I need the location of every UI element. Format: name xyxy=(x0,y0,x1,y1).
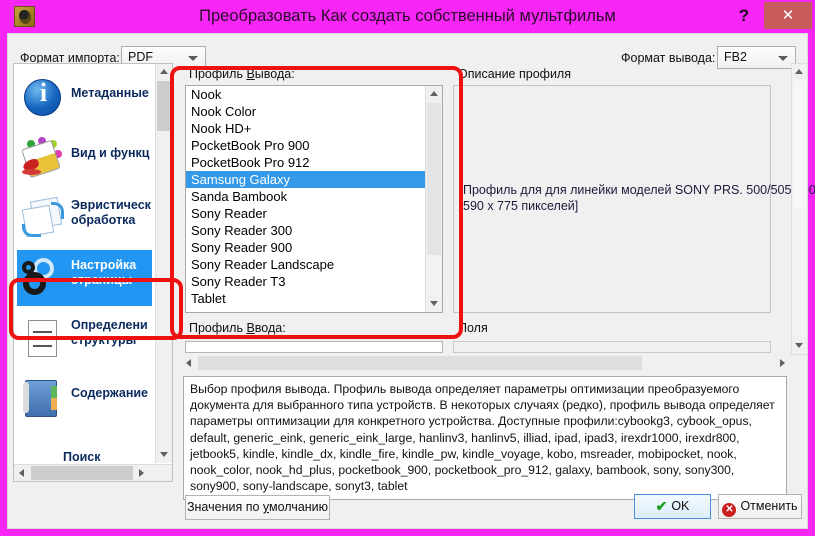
profile-list-item[interactable]: Nook Color xyxy=(186,103,426,120)
sidebar-item-label: Настройка страницы xyxy=(71,258,137,287)
sidebar-item-structure-detection[interactable]: Определени структуры xyxy=(17,310,152,366)
title-bar: Преобразовать Как создать собственный му… xyxy=(0,0,815,33)
sidebar-item-label: Поиск xyxy=(63,450,101,463)
fields-box[interactable] xyxy=(453,341,771,353)
document-lines-icon xyxy=(21,316,65,360)
output-profile-listbox[interactable]: Nook Nook Color Nook HD+ PocketBook Pro 900… xyxy=(185,85,443,313)
profile-description-box: Профиль для для линейки моделей SONY PRS… xyxy=(453,85,815,313)
dialog-body: Формат импорта: PDF Формат вывода: FB2 М… xyxy=(7,33,815,529)
profile-list-item[interactable]: Sony Reader xyxy=(186,205,426,222)
scroll-up-button[interactable] xyxy=(426,86,442,102)
scroll-thumb[interactable] xyxy=(198,356,642,370)
profile-list-items[interactable]: Nook Nook Color Nook HD+ PocketBook Pro 900… xyxy=(186,86,426,307)
sidebar-horizontal-scrollbar[interactable] xyxy=(14,464,172,481)
sidebar-item-label: Вид и функц xyxy=(71,146,150,160)
main-horizontal-scrollbar[interactable] xyxy=(181,355,791,371)
scroll-thumb[interactable] xyxy=(157,81,171,131)
profile-list-item[interactable]: Sony Reader T3 xyxy=(186,273,426,290)
scroll-thumb[interactable] xyxy=(793,81,806,209)
profile-list-item[interactable]: Sony Reader Landscape xyxy=(186,256,426,273)
ok-button[interactable]: ✔ OK xyxy=(634,494,711,519)
cancel-button[interactable]: ✕ Отменить xyxy=(718,494,802,519)
scroll-right-button[interactable] xyxy=(134,465,150,481)
help-button[interactable]: ? xyxy=(731,2,757,30)
sidebar-item-label: Определени структуры xyxy=(71,318,148,347)
sidebar-item-label: Содержание xyxy=(71,386,149,400)
restore-defaults-button[interactable]: Значения по умолчанию xyxy=(185,495,330,520)
profile-list-item[interactable]: Nook HD+ xyxy=(186,120,426,137)
sidebar-vertical-scrollbar[interactable] xyxy=(155,64,172,463)
paint-bucket-icon xyxy=(21,136,65,180)
dialog-vertical-scrollbar[interactable] xyxy=(791,63,808,355)
profile-list-item[interactable]: Sony Reader 900 xyxy=(186,239,426,256)
main-panel: Профиль Вывода: Nook Nook Color Nook HD+ Po… xyxy=(181,63,815,500)
scroll-up-button[interactable] xyxy=(792,64,807,80)
profile-description-label: Описание профиля xyxy=(458,67,571,81)
scroll-left-button[interactable] xyxy=(181,355,197,371)
scroll-thumb[interactable] xyxy=(427,103,441,255)
sidebar-item-metadata[interactable]: Метаданные xyxy=(17,70,152,126)
scroll-down-button[interactable] xyxy=(426,296,442,312)
check-icon: ✔ xyxy=(655,498,668,514)
fields-label: Поля xyxy=(458,321,488,335)
output-format-value: FB2 xyxy=(724,50,747,64)
sidebar-item-heuristic[interactable]: Эвристическ обработка xyxy=(17,190,152,246)
profile-list-item[interactable]: Sony Reader 300 xyxy=(186,222,426,239)
cancel-circle-icon: ✕ xyxy=(722,503,737,517)
profile-description-text: Профиль для для линейки моделей SONY PRS… xyxy=(463,183,815,213)
scroll-thumb[interactable] xyxy=(31,466,133,480)
close-button[interactable]: ✕ xyxy=(764,2,812,29)
sidebar-item-label: Эвристическ обработка xyxy=(71,198,151,227)
scroll-left-button[interactable] xyxy=(14,465,30,481)
sidebar-item-label: Метаданные xyxy=(71,86,149,100)
info-icon xyxy=(21,76,65,120)
profile-list-item[interactable]: Nook xyxy=(186,86,426,103)
scroll-right-button[interactable] xyxy=(775,355,791,371)
profile-list-item[interactable]: Samsung Galaxy xyxy=(186,171,426,188)
sidebar: Метаданные xyxy=(13,63,173,482)
window-title: Преобразовать Как создать собственный му… xyxy=(199,7,616,25)
sidebar-item-search[interactable]: Поиск xyxy=(17,430,152,463)
scroll-down-button[interactable] xyxy=(156,447,172,463)
search-icon xyxy=(21,436,65,463)
chevron-down-icon xyxy=(188,56,198,61)
scroll-up-button[interactable] xyxy=(156,64,172,80)
profile-list-item[interactable]: Sanda Bambook xyxy=(186,188,426,205)
sidebar-item-table-of-contents[interactable]: Содержание xyxy=(17,370,152,426)
sidebar-list[interactable]: Метаданные xyxy=(14,64,155,463)
profile-list-item[interactable]: Tablet xyxy=(186,290,426,307)
import-format-value: PDF xyxy=(128,50,153,64)
scroll-down-button[interactable] xyxy=(792,338,807,354)
output-profile-label: Профиль Вывода: xyxy=(189,67,295,81)
listbox-vertical-scrollbar[interactable] xyxy=(425,86,442,312)
profile-list-item[interactable]: PocketBook Pro 912 xyxy=(186,154,426,171)
sidebar-item-look-and-feel[interactable]: Вид и функц xyxy=(17,130,152,186)
rotate-pages-icon xyxy=(21,196,65,240)
sidebar-item-page-setup[interactable]: Настройка страницы xyxy=(17,250,152,306)
input-profile-listbox[interactable] xyxy=(185,341,443,353)
gears-icon xyxy=(21,256,65,300)
dialog-window: Преобразовать Как создать собственный му… xyxy=(0,0,815,536)
help-description-text: Выбор профиля вывода. Профиль вывода опр… xyxy=(183,376,787,500)
notebook-icon xyxy=(21,376,65,420)
chevron-down-icon xyxy=(778,56,788,61)
profile-list-item[interactable]: PocketBook Pro 900 xyxy=(186,137,426,154)
input-profile-label: Профиль Ввода: xyxy=(189,321,286,335)
